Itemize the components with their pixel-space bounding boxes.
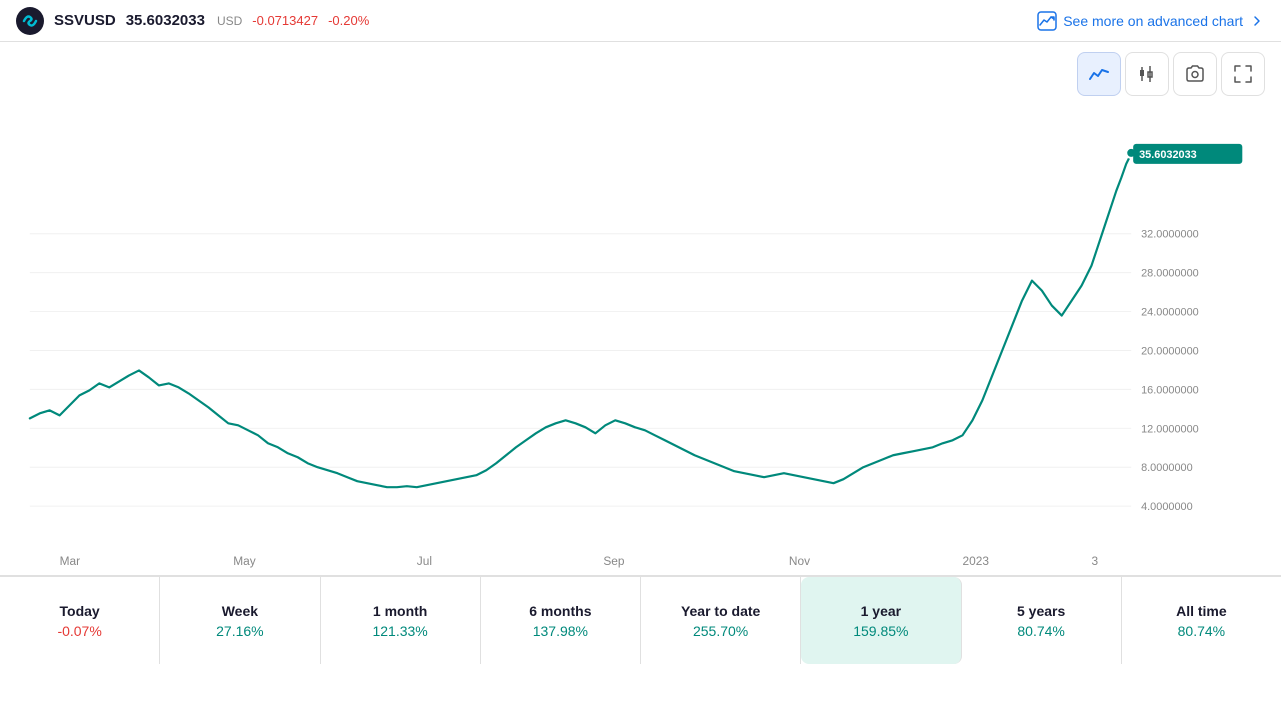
svg-text:2023: 2023 — [963, 554, 990, 568]
camera-icon — [1184, 63, 1206, 85]
svg-text:May: May — [233, 554, 256, 568]
stat-label: Today — [60, 603, 100, 619]
advanced-chart-link[interactable]: See more on advanced chart — [1037, 11, 1265, 31]
svg-text:Jul: Jul — [417, 554, 432, 568]
stat-value: 121.33% — [372, 623, 427, 639]
svg-text:35.6032033: 35.6032033 — [1139, 149, 1197, 161]
svg-text:12.0000000: 12.0000000 — [1141, 423, 1199, 435]
stat-value: -0.07% — [57, 623, 101, 639]
svg-text:20.0000000: 20.0000000 — [1141, 345, 1199, 357]
chart-toolbar — [0, 42, 1281, 106]
svg-text:Sep: Sep — [603, 554, 625, 568]
stat-value: 137.98% — [533, 623, 588, 639]
stat-item-today[interactable]: Today -0.07% — [0, 577, 160, 664]
svg-text:3: 3 — [1091, 554, 1098, 568]
ticker-currency: USD — [217, 14, 242, 28]
line-chart-button[interactable] — [1077, 52, 1121, 96]
stat-label: All time — [1176, 603, 1227, 619]
stat-item-week[interactable]: Week 27.16% — [160, 577, 320, 664]
ticker-symbol: SSVUSD — [54, 12, 116, 29]
stat-item-1-month[interactable]: 1 month 121.33% — [321, 577, 481, 664]
fullscreen-button[interactable] — [1221, 52, 1265, 96]
svg-text:Nov: Nov — [789, 554, 810, 568]
stat-value: 80.74% — [1017, 623, 1064, 639]
price-chart: 4.0000000 8.0000000 12.0000000 16.000000… — [10, 106, 1281, 575]
svg-text:8.0000000: 8.0000000 — [1141, 462, 1193, 474]
candlestick-button[interactable] — [1125, 52, 1169, 96]
advanced-chart-text: See more on advanced chart — [1063, 13, 1243, 29]
stat-item-1-year[interactable]: 1 year 159.85% — [801, 577, 961, 664]
svg-text:32.0000000: 32.0000000 — [1141, 229, 1199, 241]
ticker-price: 35.6032033 — [126, 12, 205, 29]
stat-label: Week — [222, 603, 258, 619]
svg-text:16.0000000: 16.0000000 — [1141, 384, 1199, 396]
stat-value: 159.85% — [853, 623, 908, 639]
advanced-chart-icon — [1037, 11, 1057, 31]
stat-label: 5 years — [1017, 603, 1065, 619]
stat-item-6-months[interactable]: 6 months 137.98% — [481, 577, 641, 664]
stat-item-all-time[interactable]: All time 80.74% — [1122, 577, 1281, 664]
ticker-change: -0.0713427 — [252, 13, 318, 28]
line-chart-icon — [1088, 63, 1110, 85]
camera-button[interactable] — [1173, 52, 1217, 96]
stat-label: 1 year — [861, 603, 901, 619]
svg-text:Mar: Mar — [60, 554, 81, 568]
ticker-info: SSVUSD 35.6032033 USD -0.0713427 -0.20% — [16, 7, 369, 35]
header: SSVUSD 35.6032033 USD -0.0713427 -0.20% … — [0, 0, 1281, 42]
stats-bar: Today -0.07% Week 27.16% 1 month 121.33% 6 mon… — [0, 576, 1281, 664]
chevron-right-icon — [1249, 13, 1265, 29]
stat-label: 1 month — [373, 603, 427, 619]
stat-item-5-years[interactable]: 5 years 80.74% — [962, 577, 1122, 664]
svg-text:24.0000000: 24.0000000 — [1141, 307, 1199, 319]
stat-value: 255.70% — [693, 623, 748, 639]
candlestick-icon — [1136, 63, 1158, 85]
chart-area: 4.0000000 8.0000000 12.0000000 16.000000… — [0, 106, 1281, 576]
svg-text:4.0000000: 4.0000000 — [1141, 501, 1193, 513]
stat-label: 6 months — [529, 603, 591, 619]
stat-value: 80.74% — [1178, 623, 1225, 639]
svg-text:28.0000000: 28.0000000 — [1141, 268, 1199, 280]
stat-item-year-to-date[interactable]: Year to date 255.70% — [641, 577, 801, 664]
fullscreen-icon — [1232, 63, 1254, 85]
stat-label: Year to date — [681, 603, 760, 619]
stat-value: 27.16% — [216, 623, 263, 639]
ticker-change-pct: -0.20% — [328, 13, 369, 28]
ssv-logo-icon — [16, 7, 44, 35]
